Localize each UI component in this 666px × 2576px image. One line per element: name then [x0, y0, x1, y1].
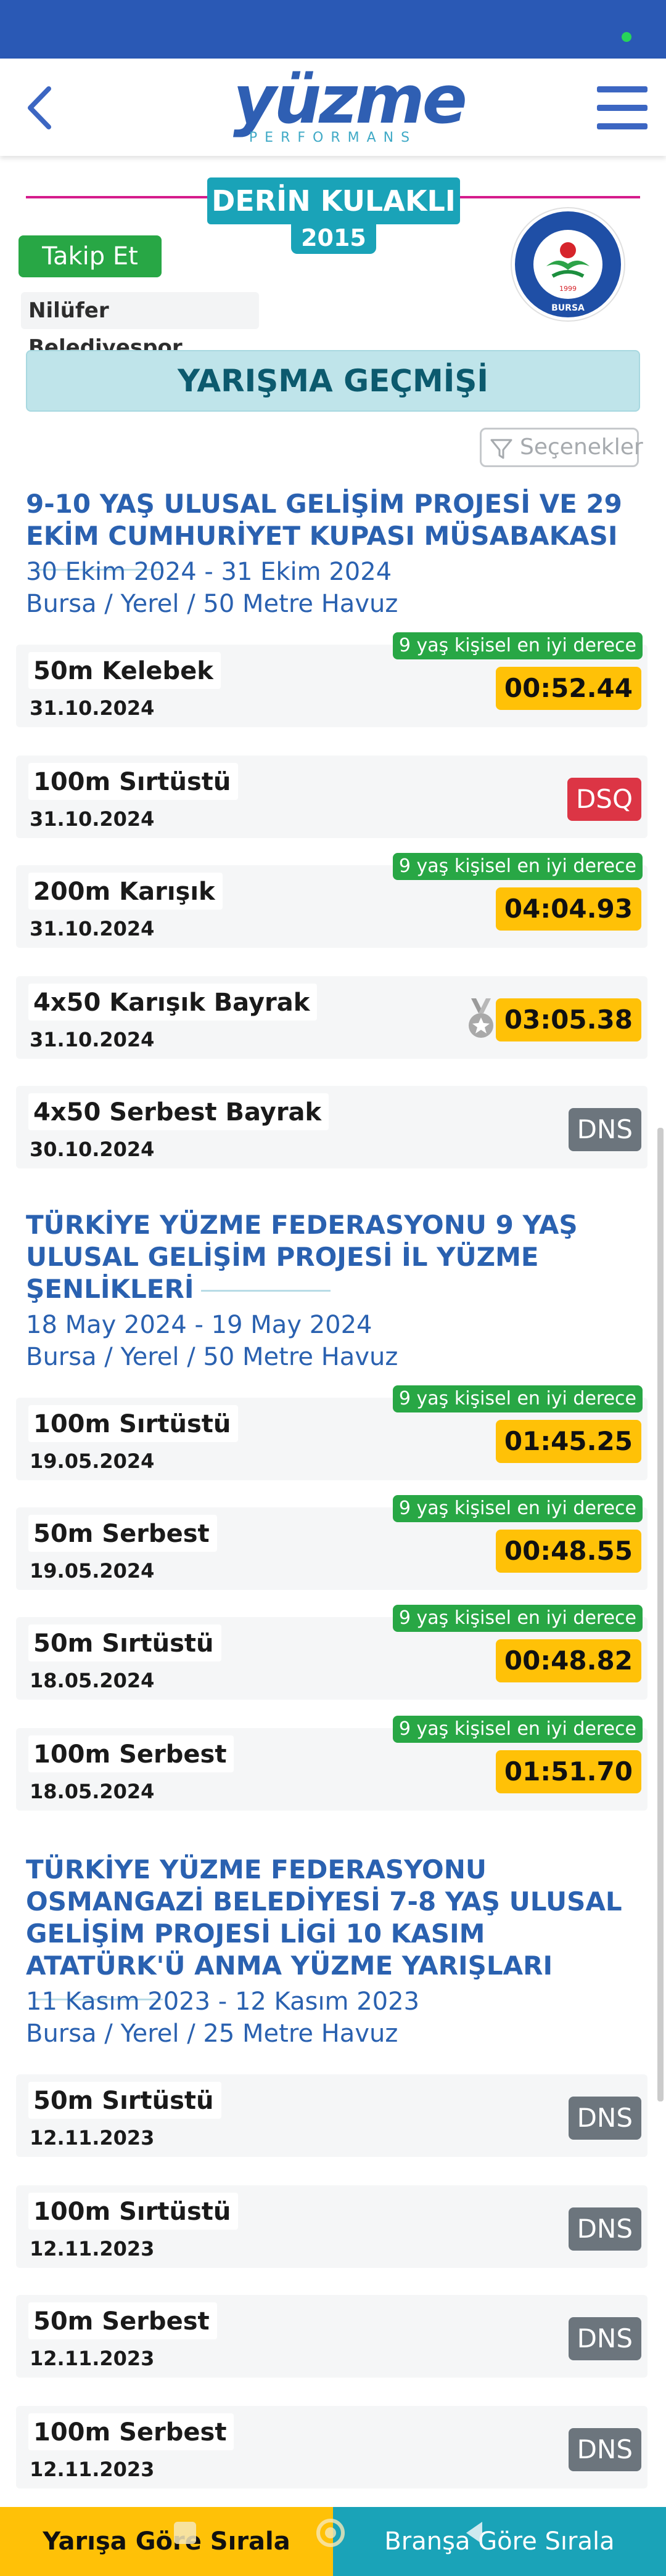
event-name: 50m Serbest [28, 2302, 217, 2339]
club-logo-city: BURSA [551, 303, 585, 313]
competition-dates: 30 Ekim 2024 - 31 Ekim 2024 [26, 558, 392, 586]
club-name: Nilüfer Belediyespor [21, 292, 259, 360]
chevron-left-icon [28, 86, 51, 129]
result-row[interactable]: 100m Serbest 12.11.2023 DNS [16, 2406, 648, 2488]
event-name: 100m Sırtüstü [28, 2193, 239, 2230]
title-underline [201, 1290, 331, 1292]
event-date: 12.11.2023 [30, 2347, 155, 2370]
notification-dot-icon [622, 32, 631, 42]
competition-dates: 11 Kasım 2023 - 12 Kasım 2023 [26, 1987, 420, 2016]
event-date: 18.05.2024 [30, 1669, 155, 1692]
event-name: 200m Karışık [28, 873, 223, 910]
event-date: 12.11.2023 [30, 2126, 155, 2150]
athlete-name: DERİN KULAKLI [207, 177, 460, 224]
options-label: Seçenekler [520, 434, 643, 460]
result-row[interactable]: 100m Serbest 18.05.2024 9 yaş kişisel en i… [16, 1716, 648, 1811]
competition-title-text: 9-10 YAŞ ULUSAL GELİŞİM PROJESİ VE 29 EK… [26, 489, 622, 551]
result-time: 03:05.38 [495, 998, 641, 1041]
result-row[interactable]: 4x50 Karışık Bayrak 31.10.2024 03:05.38 [16, 976, 648, 1059]
competition-place: Bursa / Yerel / 25 Metre Havuz [26, 2020, 398, 2048]
logo-text: yüzme [233, 62, 467, 139]
sort-by-race-button[interactable]: Yarışa Göre Sırala [0, 2507, 333, 2576]
personal-best-badge: 9 yaş kişisel en iyi derece [392, 1495, 643, 1522]
event-name: 100m Sırtüstü [28, 1405, 239, 1442]
scrollbar[interactable] [657, 1128, 664, 2101]
result-time: 01:51.70 [495, 1750, 641, 1793]
dns-badge: DNS [568, 2317, 641, 2360]
event-name: 100m Serbest [28, 1735, 234, 1772]
competition-dates: 18 May 2024 - 19 May 2024 [26, 1311, 372, 1339]
logo-subtext: PERFORMANS [249, 130, 417, 145]
result-row[interactable]: 50m Serbest 12.11.2023 DNS [16, 2295, 648, 2378]
sort-by-branch-button[interactable]: Branşa Göre Sırala [333, 2507, 666, 2576]
result-row[interactable]: 50m Serbest 19.05.2024 9 yaş kişisel en iy… [16, 1495, 648, 1590]
club-logo-year: 1999 [559, 285, 577, 293]
result-row[interactable]: 100m Sırtüstü 19.05.2024 9 yaş kişisel en … [16, 1385, 648, 1480]
result-time: 01:45.25 [495, 1420, 641, 1463]
result-row[interactable]: 50m Sırtüstü 18.05.2024 9 yaş kişisel en i… [16, 1605, 648, 1700]
menu-button[interactable] [597, 86, 648, 129]
event-name: 4x50 Karışık Bayrak [28, 984, 318, 1021]
personal-best-badge: 9 yaş kişisel en iyi derece [392, 853, 643, 880]
hamburger-icon [597, 86, 648, 92]
event-date: 31.10.2024 [30, 696, 155, 720]
event-name: 100m Sırtüstü [28, 763, 239, 800]
event-name: 50m Serbest [28, 1515, 217, 1552]
dns-badge: DNS [568, 2207, 641, 2251]
competition-title-text: TÜRKİYE YÜZME FEDERASYONU OSMANGAZİ BELE… [26, 1854, 622, 1981]
event-date: 18.05.2024 [30, 1780, 155, 1803]
silver-medal-icon [469, 998, 493, 1038]
dsq-badge: DSQ [567, 778, 641, 821]
filter-icon [490, 439, 512, 459]
personal-best-badge: 9 yaş kişisel en iyi derece [392, 1605, 643, 1632]
personal-best-badge: 9 yaş kişisel en iyi derece [392, 1385, 643, 1412]
app-logo: yüzme PERFORMANS [233, 62, 467, 147]
dns-badge: DNS [568, 2428, 641, 2471]
result-row[interactable]: 200m Karışık 31.10.2024 9 yaş kişisel en i… [16, 853, 648, 948]
follow-button[interactable]: Takip Et [18, 235, 162, 277]
dns-badge: DNS [568, 2097, 641, 2140]
result-row[interactable]: 4x50 Serbest Bayrak 30.10.2024 DNS [16, 1086, 648, 1168]
event-date: 31.10.2024 [30, 1028, 155, 1051]
event-name: 50m Sırtüstü [28, 2082, 221, 2119]
result-time: 00:48.82 [495, 1639, 641, 1682]
top-navbar: yüzme PERFORMANS [0, 59, 666, 156]
result-row[interactable]: 100m Sırtüstü 31.10.2024 DSQ [16, 756, 648, 838]
result-row[interactable]: 100m Sırtüstü 12.11.2023 DNS [16, 2185, 648, 2268]
event-name: 50m Kelebek [28, 652, 221, 689]
event-date: 12.11.2023 [30, 2458, 155, 2481]
event-date: 31.10.2024 [30, 917, 155, 940]
competition-place: Bursa / Yerel / 50 Metre Havuz [26, 590, 398, 618]
event-name: 4x50 Serbest Bayrak [28, 1093, 329, 1130]
club-logo: 1999 BURSA [511, 207, 625, 322]
result-row[interactable]: 50m Sırtüstü 12.11.2023 DNS [16, 2074, 648, 2157]
event-date: 19.05.2024 [30, 1559, 155, 1583]
event-name: 100m Serbest [28, 2413, 234, 2450]
result-time: 04:04.93 [495, 887, 641, 931]
status-bar [0, 0, 666, 59]
result-row[interactable]: 50m Kelebek 31.10.2024 9 yaş kişisel en iy… [16, 632, 648, 727]
competition-place: Bursa / Yerel / 50 Metre Havuz [26, 1343, 398, 1371]
event-name: 50m Sırtüstü [28, 1624, 221, 1661]
competition-history-header: YARIŞMA GEÇMİŞİ [26, 350, 640, 412]
event-date: 12.11.2023 [30, 2237, 155, 2260]
back-button[interactable] [17, 83, 60, 132]
dns-badge: DNS [568, 1108, 641, 1151]
result-time: 00:52.44 [495, 667, 641, 710]
event-date: 31.10.2024 [30, 807, 155, 831]
event-date: 30.10.2024 [30, 1138, 155, 1161]
bottom-sort-bar: Yarışa Göre Sırala Branşa Göre Sırala [0, 2507, 666, 2576]
event-date: 19.05.2024 [30, 1449, 155, 1473]
birth-year: 2015 [291, 222, 376, 254]
personal-best-badge: 9 yaş kişisel en iyi derece [392, 632, 643, 659]
options-button[interactable]: Seçenekler [480, 428, 643, 467]
personal-best-badge: 9 yaş kişisel en iyi derece [392, 1716, 643, 1743]
result-time: 00:48.55 [495, 1530, 641, 1573]
competition-title[interactable]: TÜRKİYE YÜZME FEDERASYONU 9 YAŞ ULUSAL G… [26, 1209, 640, 1305]
